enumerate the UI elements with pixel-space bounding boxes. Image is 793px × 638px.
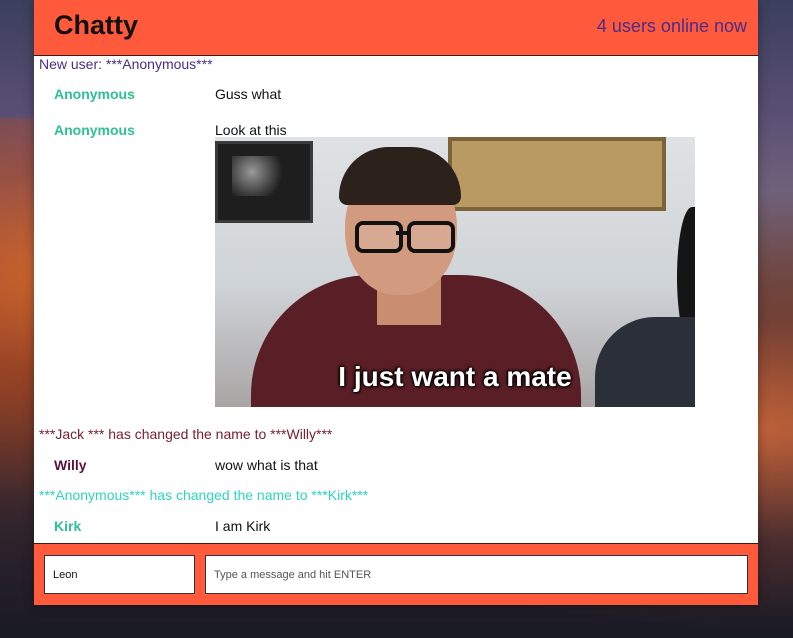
message-username: Anonymous (54, 122, 135, 138)
message-text: I am Kirk (215, 518, 271, 534)
gif-background-frame (215, 141, 313, 223)
gif-caption: I just want a mate (338, 361, 572, 392)
users-online-count: 4 users online now (596, 16, 747, 36)
message-username: Willy (54, 457, 87, 473)
message-input[interactable] (205, 555, 748, 594)
username-input[interactable] (44, 555, 195, 594)
gif-glasses-left (355, 221, 403, 253)
message-text: wow what is that (215, 457, 318, 473)
message-text: Look at this (215, 122, 287, 138)
system-notification: ***Anonymous*** has changed the name to … (39, 487, 369, 503)
message-username: Anonymous (54, 86, 135, 102)
message-list[interactable]: New user: ***Anonymous*** Anonymous Guss… (34, 56, 758, 543)
chat-window: Chatty 4 users online now New user: ***A… (34, 0, 758, 605)
app-title: Chatty (54, 10, 139, 40)
chat-bar (34, 543, 758, 605)
system-notification: New user: ***Anonymous*** (39, 56, 213, 72)
system-notification: ***Jack *** has changed the name to ***W… (39, 426, 333, 442)
gif-background-painting (448, 137, 666, 211)
gif-person-hair (339, 147, 461, 205)
gif-glasses-right (407, 221, 455, 253)
message-text: Guss what (215, 86, 282, 102)
message-username: Kirk (54, 518, 82, 534)
navbar: Chatty 4 users online now (34, 0, 758, 56)
message-image-gif: I just want a mate (215, 137, 695, 407)
